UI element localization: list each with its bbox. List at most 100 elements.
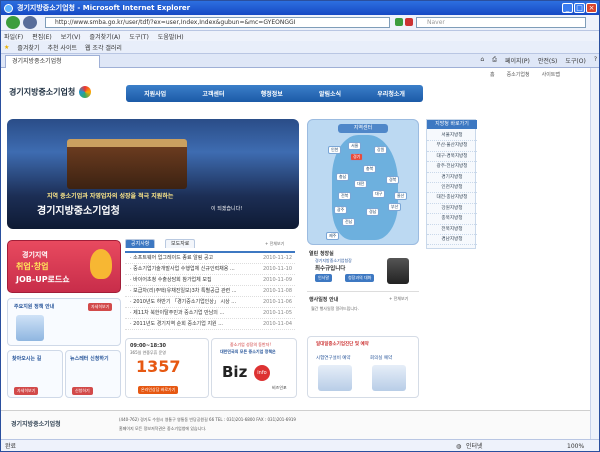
call-center-box[interactable]: 09:00~18:30 365일 연중무휴 운영 1357 온라인상담 바로가기: [125, 338, 209, 398]
office-link[interactable]: 부산·울산지방청: [427, 141, 477, 152]
region-gyeonggi[interactable]: 경기: [350, 153, 364, 161]
office-link[interactable]: 서울지방청: [427, 131, 477, 142]
favorites-button[interactable]: 즐겨찾기: [17, 43, 39, 52]
meeting-room-reservation-link[interactable]: 회의실 예약: [370, 355, 392, 361]
web-slice-gallery-link[interactable]: 웹 조각 갤러리: [85, 43, 122, 52]
schedule-more-link[interactable]: + 전체보기: [389, 296, 408, 302]
vertical-scrollbar[interactable]: [590, 68, 599, 439]
jobup-banner[interactable]: 경기지역 취업·창업 JOB-UP로드쇼: [7, 240, 121, 293]
bizinfo-box[interactable]: 중소기업 성장의 동반자! 대한민국의 모든 중소기업 정책은 Biz info…: [211, 338, 297, 398]
suggested-sites-link[interactable]: 추천 사이트: [47, 43, 77, 52]
schedule-title: 행사일정 안내: [309, 297, 339, 303]
region-gyeongbuk[interactable]: 경북: [386, 176, 400, 184]
menu-edit[interactable]: 편집(E): [32, 32, 52, 41]
office-link[interactable]: 강원지방청: [427, 204, 477, 215]
region-incheon[interactable]: 인천: [328, 146, 342, 154]
nav-support[interactable]: 지원사업: [144, 89, 166, 98]
notice-row[interactable]: · 중소기업기술개발사업 수행업체 신규인력채용 ... 2010-11-10: [125, 264, 295, 275]
menu-bar: 파일(F) 편집(E) 보기(V) 즐겨찾기(A) 도구(T) 도움말(H): [1, 31, 599, 41]
office-link[interactable]: 경기지방청: [427, 173, 477, 183]
smba-link[interactable]: 중소기업청: [507, 71, 530, 78]
region-jeonnam[interactable]: 전남: [342, 218, 356, 226]
notice-more-link[interactable]: + 전체보기: [265, 241, 284, 247]
schedule-row[interactable]: 월간 행사일정 알려드립니다.: [311, 306, 359, 312]
office-link[interactable]: 대구·경북지방청: [427, 152, 477, 163]
address-input[interactable]: http://www.smba.go.kr/user/tdf/?ex=user,…: [45, 17, 390, 28]
notice-row[interactable]: · 소프트웨어 업그레이드 종료 알림 공고 2010-11-12: [125, 253, 295, 264]
region-chungnam[interactable]: 충남: [336, 173, 350, 181]
zone-text: 인터넷: [466, 443, 483, 450]
meeting-room-image: [372, 365, 406, 391]
menu-favorites[interactable]: 즐겨찾기(A): [90, 32, 121, 41]
notice-row[interactable]: · 제11차 북한이탈주민과 중소기업 만남의 ... 2010-11-05: [125, 308, 295, 319]
menu-tools[interactable]: 도구(T): [129, 32, 148, 41]
region-jeonbuk[interactable]: 전북: [338, 192, 352, 200]
directions-button[interactable]: 자세히보기: [14, 387, 39, 395]
office-link[interactable]: 경남지방청: [427, 235, 477, 246]
region-busan[interactable]: 부산: [388, 203, 402, 211]
hero-caption: 지역 중소기업과 자영업자의 성장을 적극 지원하는: [47, 193, 174, 200]
policy-card-title: 주요지원 정책 안내: [14, 304, 55, 310]
stop-icon[interactable]: [405, 18, 413, 26]
notice-row[interactable]: · 보급차(리)주택(유채진일보)3차 특별공급 관련 ... 2010-11-0…: [125, 286, 295, 297]
back-icon[interactable]: [6, 16, 20, 29]
call-subtitle: 365일 연중무휴 운영: [130, 350, 166, 355]
menu-file[interactable]: 파일(F): [4, 32, 23, 41]
safety-menu[interactable]: 안전(S): [538, 56, 558, 65]
region-jeju[interactable]: 제주: [326, 232, 340, 240]
policy-card[interactable]: 주요지원 정책 안내 자세히보기: [7, 298, 121, 346]
bizinfo-line1: 중소기업 성장의 동반자!: [230, 342, 271, 347]
office-link[interactable]: 대전·충남지방청: [427, 193, 477, 204]
region-ulsan[interactable]: 울산: [394, 192, 408, 200]
notice-row[interactable]: · 2010년도 하반기 「경기중소기업인상」 시상 ... 2010-11-06: [125, 297, 295, 308]
office-link[interactable]: 전북지방청: [427, 225, 477, 235]
minimize-button[interactable]: _: [562, 3, 573, 13]
nav-news[interactable]: 알림소식: [319, 89, 341, 98]
page-menu[interactable]: 페이지(P): [505, 56, 530, 65]
home-link[interactable]: 홈: [490, 71, 495, 78]
ie-icon: [4, 3, 13, 13]
sitemap-link[interactable]: 사이트맵: [542, 71, 560, 78]
menu-help[interactable]: 도움말(H): [158, 32, 184, 41]
region-gyeongnam[interactable]: 경남: [366, 208, 380, 216]
greeting-button[interactable]: 인사말: [315, 274, 333, 282]
policy-more-button[interactable]: 자세히보기: [88, 303, 113, 311]
tab-notice[interactable]: 공지사항: [125, 239, 156, 248]
online-consult-button[interactable]: 온라인상담 바로가기: [138, 386, 179, 394]
tab-press[interactable]: 보도자료: [165, 239, 196, 248]
menu-view[interactable]: 보기(V): [61, 32, 81, 41]
dialogue-button[interactable]: 청장과의 대화: [345, 274, 375, 282]
region-daegu[interactable]: 대구: [372, 190, 386, 198]
refresh-icon[interactable]: [395, 18, 403, 26]
maximize-button[interactable]: □: [574, 3, 585, 13]
region-gwangju[interactable]: 광주: [334, 206, 348, 214]
zoom-level[interactable]: 100%: [567, 440, 584, 451]
print-icon[interactable]: ⎙: [492, 56, 497, 65]
search-input[interactable]: Naver: [416, 17, 586, 28]
region-daejeon[interactable]: 대전: [354, 180, 368, 188]
forward-icon[interactable]: [23, 16, 37, 29]
region-chungbuk[interactable]: 충북: [363, 165, 377, 173]
notice-row[interactable]: · 바이어초청 수출상담회 참가업체 모집 2010-11-09: [125, 275, 295, 286]
browser-tab[interactable]: 경기지방중소기업청: [5, 55, 100, 68]
notice-row[interactable]: · 2011년도 경기지역 순회 중소기업 지원 ... 2010-11-04: [125, 319, 295, 330]
help-icon[interactable]: ?: [594, 56, 597, 65]
mascot-image: [90, 249, 112, 279]
office-link[interactable]: 인천지방청: [427, 183, 477, 194]
close-button[interactable]: ×: [586, 3, 597, 13]
nav-about[interactable]: 우리청소개: [377, 89, 405, 98]
site-logo[interactable]: 경기지방중소기업청: [9, 86, 92, 98]
office-link[interactable]: 충북지방청: [427, 214, 477, 225]
region-seoul[interactable]: 서울: [348, 142, 362, 150]
office-link[interactable]: 광주·전남지방청: [427, 162, 477, 173]
equipment-reservation-link[interactable]: 시험연구설비 예약: [316, 355, 351, 361]
region-gangwon[interactable]: 강원: [374, 146, 388, 154]
home-icon[interactable]: ⌂: [480, 56, 484, 65]
nav-admin-info[interactable]: 행정정보: [261, 89, 283, 98]
directions-card[interactable]: 찾아오시는 길 자세히보기: [7, 350, 63, 398]
newsletter-card[interactable]: 뉴스레터 신청하기 신청하기: [65, 350, 121, 398]
nav-customer[interactable]: 고객센터: [202, 89, 224, 98]
newsletter-button[interactable]: 신청하기: [72, 387, 93, 395]
tools-menu[interactable]: 도구(O): [565, 56, 585, 65]
hero-banner[interactable]: 지역 중소기업과 자영업자의 성장을 적극 지원하는 경기지방중소기업청 이 되…: [7, 119, 299, 229]
